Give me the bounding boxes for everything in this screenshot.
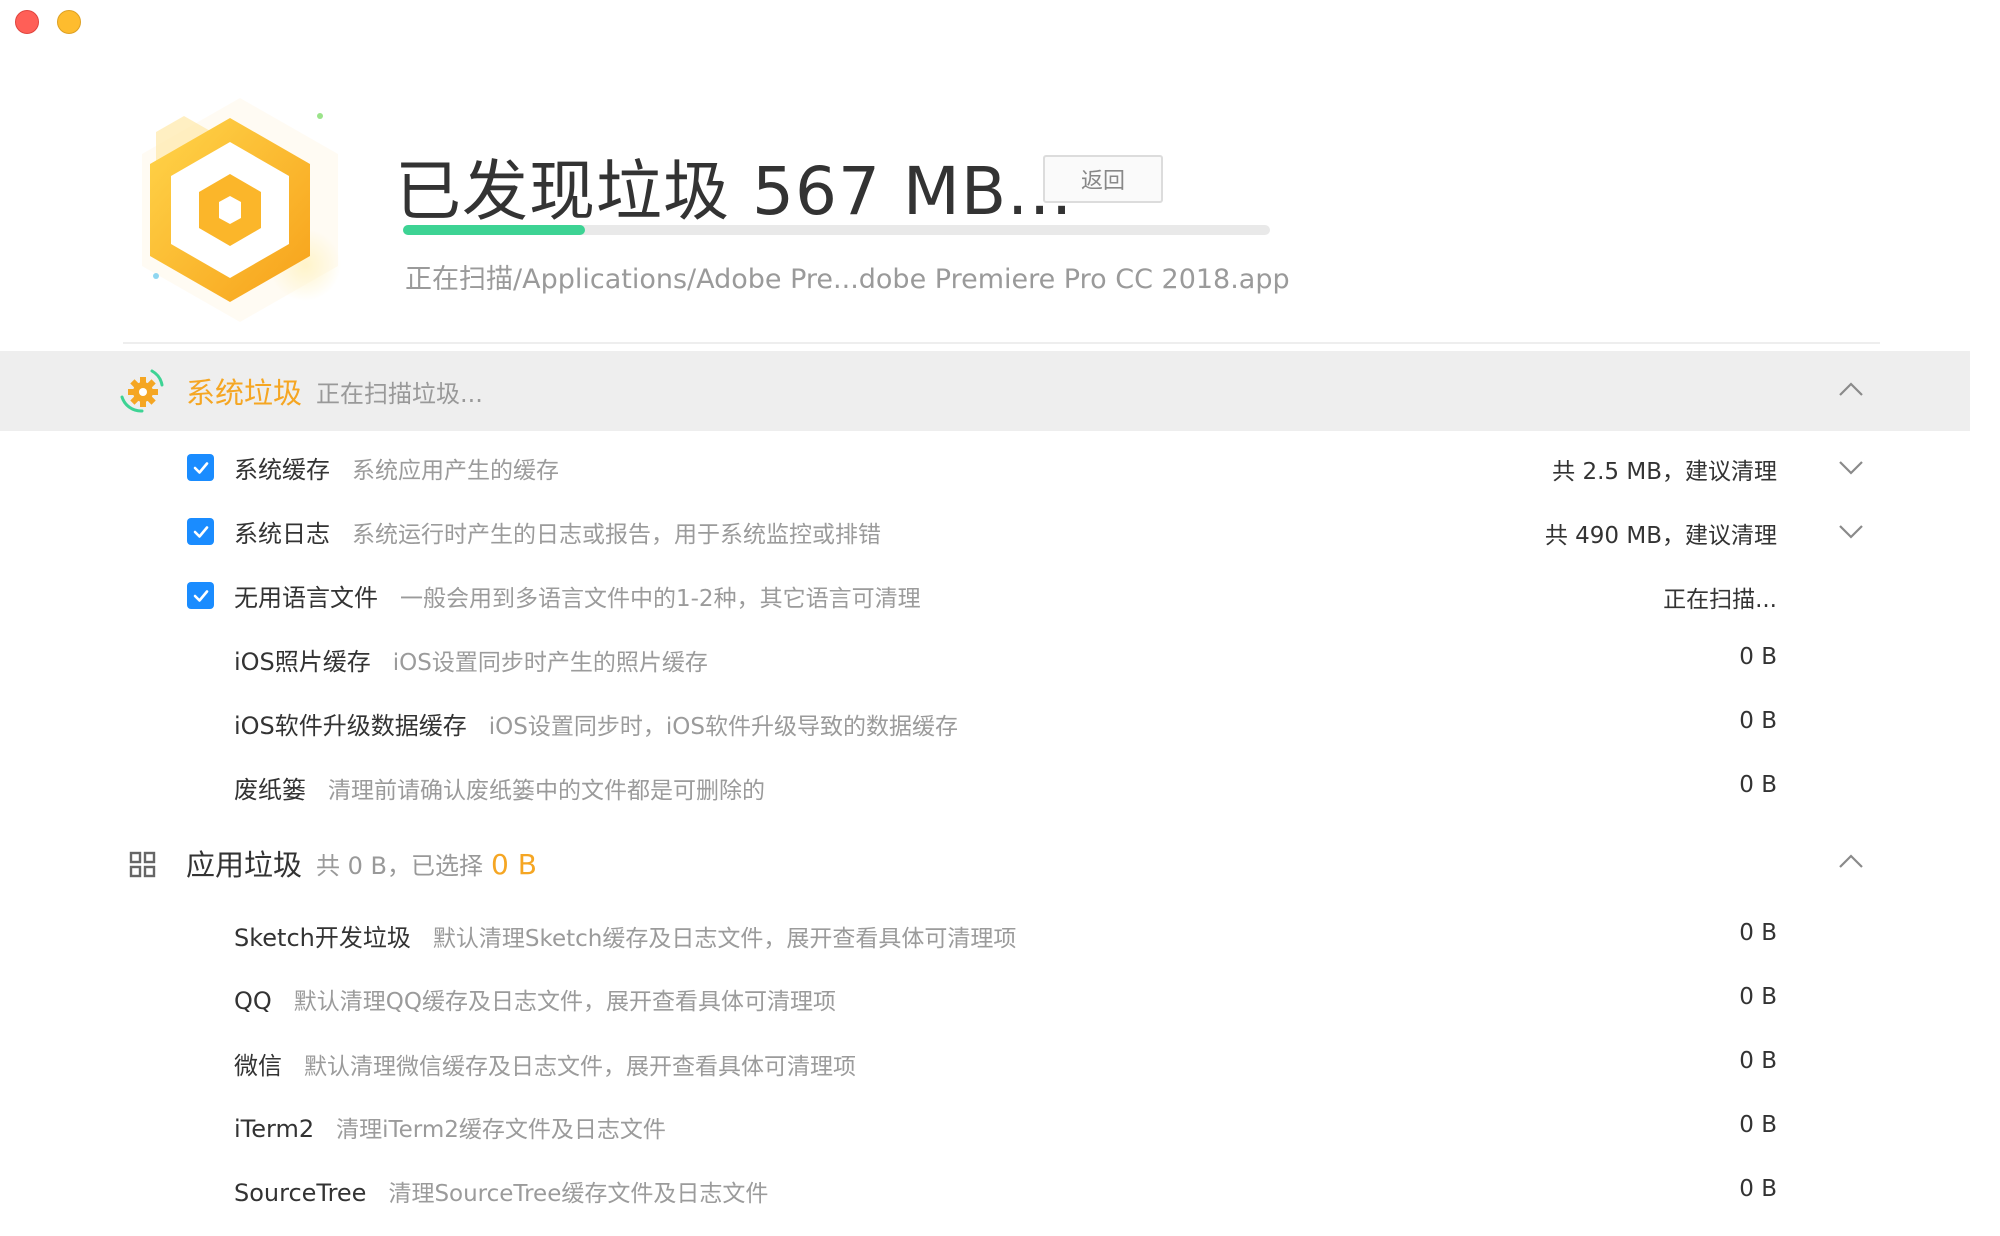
main-window: 已发现垃圾 567 MB... 返回 正在扫描/Applications/Ado… (0, 0, 1970, 1236)
item-description: 系统运行时产生的日志或报告，用于系统监控或排错 (352, 522, 881, 548)
item-description: 默认清理微信缓存及日志文件，展开查看具体可清理项 (304, 1054, 856, 1080)
system-junk-status: 正在扫描垃圾... (316, 379, 483, 408)
gear-spinner-icon (120, 369, 164, 413)
app-junk-section-header[interactable]: 应用垃圾 共 0 B，已选择 0 B (0, 823, 1970, 903)
scan-path-text: 正在扫描/Applications/Adobe Pre...dobe Premi… (405, 264, 1290, 295)
item-size: 0 B (1739, 1176, 1777, 1202)
item-checkbox[interactable] (187, 454, 214, 481)
item-size: 0 B (1739, 772, 1777, 798)
item-name: 微信 (234, 1052, 282, 1080)
check-icon (193, 461, 208, 474)
item-name: 废纸篓 (234, 776, 306, 804)
list-item[interactable]: Sketch开发垃圾 默认清理Sketch缓存及日志文件，展开查看具体可清理项 … (0, 904, 1970, 968)
item-name: 系统缓存 (234, 456, 330, 484)
item-description: 清理iTerm2缓存文件及日志文件 (336, 1117, 666, 1143)
item-name: Sketch开发垃圾 (234, 924, 411, 952)
back-button[interactable]: 返回 (1043, 155, 1163, 203)
item-size: 共 490 MB，建议清理 (1544, 523, 1777, 549)
list-item[interactable]: 系统缓存 系统应用产生的缓存 共 2.5 MB，建议清理 (0, 436, 1970, 500)
item-size: 0 B (1739, 984, 1777, 1010)
check-icon (193, 589, 208, 602)
item-description: 一般会用到多语言文件中的1-2种，其它语言可清理 (400, 586, 921, 612)
system-junk-section-header[interactable]: 系统垃圾 正在扫描垃圾... (0, 351, 1970, 431)
list-item[interactable]: iOS软件升级数据缓存 iOS设置同步时，iOS软件升级导致的数据缓存 0 B (0, 692, 1970, 756)
app-junk-title: 应用垃圾 (186, 848, 303, 882)
item-name: iOS照片缓存 (234, 648, 371, 676)
app-junk-selected-size: 0 B (491, 847, 537, 881)
app-junk-summary-prefix: 共 0 B，已选择 (316, 851, 483, 880)
item-description: iOS设置同步时产生的照片缓存 (392, 650, 708, 676)
system-junk-title: 系统垃圾 (186, 376, 303, 410)
item-size: 0 B (1739, 920, 1777, 946)
chevron-up-icon[interactable] (1834, 845, 1868, 879)
list-item[interactable]: SourceTree 清理SourceTree缓存文件及日志文件 0 B (0, 1160, 1970, 1224)
item-description: 默认清理QQ缓存及日志文件，展开查看具体可清理项 (293, 989, 836, 1015)
item-size: 正在扫描... (1663, 587, 1777, 613)
check-icon (193, 525, 208, 538)
item-name: QQ (234, 987, 272, 1015)
scan-progress-fill (403, 225, 586, 235)
item-size: 0 B (1739, 644, 1777, 670)
page-title: 已发现垃圾 567 MB... (395, 153, 1074, 230)
list-item[interactable]: 系统日志 系统运行时产生的日志或报告，用于系统监控或排错 共 490 MB，建议… (0, 500, 1970, 564)
item-description: 清理前请确认废纸篓中的文件都是可删除的 (328, 778, 765, 804)
scan-progress-bar (403, 225, 1270, 235)
item-description: iOS设置同步时，iOS软件升级导致的数据缓存 (488, 714, 958, 740)
item-name: iOS软件升级数据缓存 (234, 712, 467, 740)
item-name: 无用语言文件 (234, 584, 378, 612)
list-item[interactable]: iTerm2 清理iTerm2缓存文件及日志文件 0 B (0, 1096, 1970, 1160)
item-checkbox[interactable] (187, 582, 214, 609)
item-name: iTerm2 (234, 1115, 315, 1143)
item-name: 系统日志 (234, 520, 330, 548)
list-item[interactable]: iOS照片缓存 iOS设置同步时产生的照片缓存 0 B (0, 628, 1970, 692)
item-description: 系统应用产生的缓存 (352, 458, 559, 484)
hexagon-logo-icon (142, 98, 341, 322)
apps-grid-icon (129, 851, 156, 878)
close-window-button[interactable] (15, 10, 39, 34)
chevron-up-icon[interactable] (1834, 373, 1868, 407)
item-description: 默认清理Sketch缓存及日志文件，展开查看具体可清理项 (432, 926, 1017, 952)
item-size: 0 B (1739, 1048, 1777, 1074)
item-size: 0 B (1739, 1112, 1777, 1138)
item-size: 0 B (1739, 708, 1777, 734)
chevron-down-icon[interactable] (1834, 450, 1868, 484)
list-item[interactable]: 废纸篓 清理前请确认废纸篓中的文件都是可删除的 0 B (0, 756, 1970, 820)
minimize-window-button[interactable] (57, 10, 81, 34)
chevron-down-icon[interactable] (1834, 514, 1868, 548)
item-description: 清理SourceTree缓存文件及日志文件 (388, 1181, 769, 1207)
list-item[interactable]: 无用语言文件 一般会用到多语言文件中的1-2种，其它语言可清理 正在扫描... (0, 564, 1970, 628)
window-controls (15, 10, 81, 34)
item-name: SourceTree (234, 1179, 367, 1207)
header-divider (123, 342, 1880, 344)
list-item[interactable]: QQ 默认清理QQ缓存及日志文件，展开查看具体可清理项 0 B (0, 968, 1970, 1032)
app-junk-summary: 共 0 B，已选择 0 B (316, 846, 537, 881)
item-checkbox[interactable] (187, 518, 214, 545)
list-item[interactable]: 微信 默认清理微信缓存及日志文件，展开查看具体可清理项 0 B (0, 1032, 1970, 1096)
item-size: 共 2.5 MB，建议清理 (1552, 459, 1777, 485)
